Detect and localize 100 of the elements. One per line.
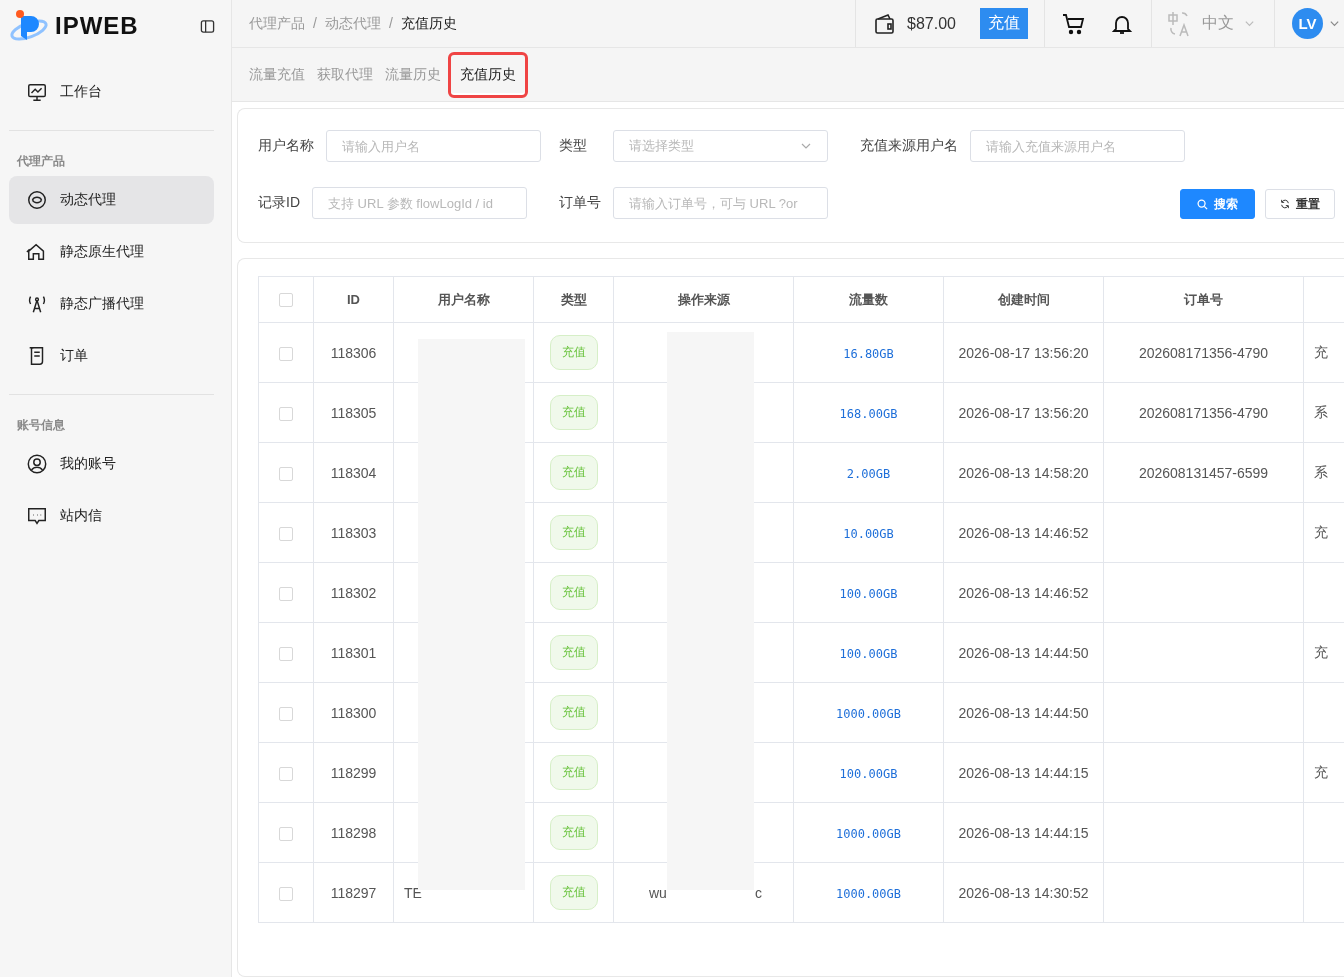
table-cell: 2026-08-17 13:56:20: [958, 344, 1089, 361]
type-tag: 充值: [549, 335, 598, 370]
breadcrumb[interactable]: 代理产品: [249, 14, 305, 33]
table-cell: 118306: [330, 344, 377, 361]
table-cell: c: [754, 884, 762, 901]
table-cell: 118297: [330, 884, 377, 901]
breadcrumb-separator: /: [313, 14, 317, 33]
field-label: 类型: [559, 137, 588, 155]
sidebar-item[interactable]: 静态原生代理: [9, 228, 214, 276]
type-select[interactable]: 请选择类型: [613, 130, 828, 162]
input-field[interactable]: 请输入用户名: [326, 130, 541, 162]
type-tag: 充值: [549, 815, 598, 850]
table-cell: 2026-08-13 14:44:50: [958, 644, 1089, 661]
checkbox[interactable]: [279, 346, 293, 361]
field-label: 记录ID: [258, 194, 300, 212]
recharge-button[interactable]: 充值: [980, 8, 1028, 39]
table-cell: 系: [1314, 463, 1328, 480]
search-icon: [1197, 198, 1208, 210]
table-cell: 168.00GB: [839, 406, 898, 421]
checkbox[interactable]: [279, 466, 293, 481]
chevron-down-icon[interactable]: [1329, 18, 1340, 29]
type-tag: 充值: [549, 695, 598, 730]
breadcrumb-separator: /: [388, 14, 393, 33]
sidebar-item[interactable]: 我的账号: [9, 440, 214, 488]
table-cell: 充: [1314, 643, 1328, 660]
table-cell: 2.00GB: [846, 466, 891, 481]
table-cell: 充: [1314, 763, 1328, 780]
checkbox[interactable]: [279, 826, 293, 841]
column-header: 类型: [560, 291, 587, 307]
table-cell: wu: [649, 884, 667, 901]
table-cell: 10.00GB: [843, 526, 894, 541]
message-icon: [26, 505, 48, 527]
column-header: 订单号: [1184, 291, 1223, 307]
type-tag: 充值: [549, 755, 598, 790]
table-cell: 118299: [330, 764, 377, 781]
table-cell: 118298: [330, 824, 377, 841]
checkbox[interactable]: [279, 886, 293, 901]
sidebar-item[interactable]: 工作台: [9, 68, 214, 116]
sidebar-item[interactable]: 站内信: [9, 492, 214, 540]
checkbox[interactable]: [279, 766, 293, 781]
section-title: 代理产品: [16, 153, 66, 170]
table-cell: 2026-08-17 13:56:20: [958, 404, 1089, 421]
table-cell: 1000.00GB: [836, 706, 901, 721]
table-cell: 202608131457-6599: [1138, 464, 1269, 481]
column-header: 创建时间: [997, 291, 1050, 307]
checkbox[interactable]: [279, 706, 293, 721]
chevron-down-icon[interactable]: [1244, 18, 1255, 29]
reset-button[interactable]: 重置: [1265, 189, 1335, 219]
type-tag: 充值: [549, 395, 598, 430]
table-cell: 118300: [330, 704, 377, 721]
type-tag: 充值: [549, 515, 598, 550]
sidebar-toggle-icon[interactable]: [200, 18, 215, 34]
cart-icon[interactable]: [1062, 11, 1086, 36]
sidebar-item[interactable]: 静态广播代理: [9, 280, 214, 328]
brand-name: IPWEB: [55, 12, 140, 40]
table-cell: 100.00GB: [839, 766, 898, 781]
avatar[interactable]: LV: [1292, 8, 1323, 39]
sidebar-item[interactable]: 订单: [9, 332, 214, 380]
type-tag: 充值: [549, 875, 598, 910]
tab[interactable]: 流量历史: [380, 55, 446, 94]
checkbox[interactable]: [279, 646, 293, 661]
column-header: ID: [347, 292, 360, 307]
input-field[interactable]: 请输入充值来源用户名: [970, 130, 1185, 162]
search-button[interactable]: 搜索: [1180, 189, 1255, 219]
checkbox[interactable]: [279, 526, 293, 541]
tab[interactable]: 流量充值: [244, 55, 310, 94]
input-field[interactable]: 请输入订单号，可与 URL ?or: [613, 187, 828, 219]
refresh-icon: [1280, 199, 1290, 209]
field-label: 用户名称: [258, 137, 314, 155]
field-label: 订单号: [559, 194, 601, 212]
table-cell: 100.00GB: [839, 646, 898, 661]
tab[interactable]: 充值历史: [448, 51, 528, 98]
table-cell: 118304: [330, 464, 377, 481]
checkbox[interactable]: [279, 586, 293, 601]
section-title: 账号信息: [16, 417, 66, 434]
table-cell: 2026-08-13 14:30:52: [958, 884, 1089, 901]
column-header: 用户名称: [437, 291, 490, 307]
table-cell: 202608171356-4790: [1138, 404, 1269, 421]
table-cell: 系: [1314, 403, 1328, 420]
table-cell: 100.00GB: [839, 586, 898, 601]
table-cell: 2026-08-13 14:44:50: [958, 704, 1089, 721]
table-cell: 2026-08-13 14:44:15: [958, 824, 1089, 841]
user-icon: [26, 453, 48, 475]
type-tag: 充值: [549, 575, 598, 610]
language-label[interactable]: 中文: [1202, 13, 1234, 34]
table-cell: 2026-08-13 14:44:15: [958, 764, 1089, 781]
sidebar-item[interactable]: 动态代理: [9, 176, 214, 224]
table-cell: 2026-08-13 14:46:52: [958, 584, 1089, 601]
table-cell: 1000.00GB: [836, 886, 901, 901]
table-cell: 2026-08-13 14:46:52: [958, 524, 1089, 541]
tab[interactable]: 获取代理: [312, 55, 378, 94]
checkbox[interactable]: [279, 293, 293, 308]
breadcrumb[interactable]: 动态代理: [324, 14, 381, 33]
table-cell: 118302: [330, 584, 377, 601]
type-tag: 充值: [549, 455, 598, 490]
breadcrumb: 充值历史: [400, 14, 457, 33]
checkbox[interactable]: [279, 406, 293, 421]
monitor-icon: [26, 81, 48, 103]
balance: $87.00: [907, 14, 956, 33]
input-field[interactable]: 支持 URL 参数 flowLogId / id: [312, 187, 527, 219]
